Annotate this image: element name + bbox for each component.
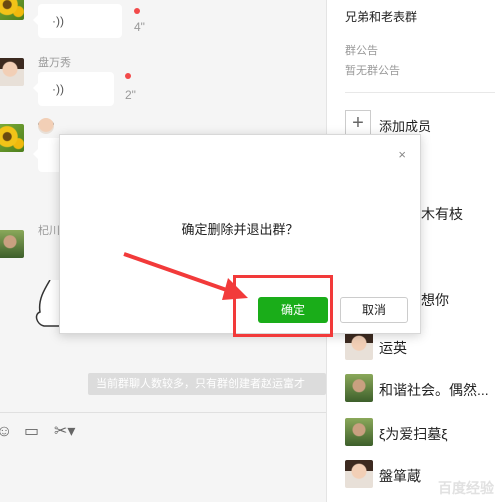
avatar [345,332,373,360]
close-icon[interactable]: × [398,147,406,162]
system-tip: 当前群聊人数较多，只有群创建者赵运富才 [88,373,326,395]
voice-wave-icon: ·)) [52,82,64,96]
member-name: ξ为爱扫墓ξ [379,426,448,442]
avatar[interactable] [0,124,24,152]
folder-icon[interactable]: ▭ [24,423,39,441]
emoji-avatar-icon [38,118,54,134]
member-name: 想你 [421,292,449,308]
avatar [345,418,373,446]
dialog-message: 确定删除并退出群？ [181,222,299,237]
member-item[interactable]: 运英 [345,332,502,362]
plus-icon[interactable]: + [345,110,371,136]
emoji-icon[interactable]: ☺ [0,423,12,441]
sender-name: 杞川 [38,225,60,237]
notice-value[interactable]: 暂无群公告 [345,62,400,78]
avatar [345,460,373,488]
avatar[interactable] [0,230,24,258]
voice-duration: 2" [125,88,136,102]
highlight-box [233,275,333,337]
avatar[interactable] [0,58,24,86]
unread-dot [134,8,140,14]
notice-label: 群公告 [345,45,378,57]
avatar[interactable] [0,0,24,20]
voice-wave-icon: ·)) [52,14,64,28]
sender-name: 盘万秀 [38,57,71,69]
member-name: 盤箪蔵 [379,468,421,484]
watermark: 百度经验 [438,480,494,496]
chat-toolbar: ☺ ▭ ✂▾ [0,412,326,452]
cancel-button[interactable]: 取消 [340,297,408,323]
voice-duration: 4" [134,20,145,34]
group-name[interactable]: 兄弟和老表群 [345,8,417,25]
member-name: 运英 [379,340,407,356]
scissors-icon[interactable]: ✂▾ [54,423,75,441]
divider [345,92,495,93]
add-member-label[interactable]: 添加成员 [379,116,431,135]
member-item[interactable]: ξ为爱扫墓ξ [345,418,502,448]
voice-message-bubble[interactable]: ·)) [33,72,114,106]
avatar [345,374,373,402]
unread-dot [125,73,131,79]
member-name: 和谐社会。偶然... [379,382,489,398]
voice-message-bubble[interactable]: ·)) [33,4,122,38]
member-item[interactable]: 和谐社会。偶然... [345,374,502,404]
